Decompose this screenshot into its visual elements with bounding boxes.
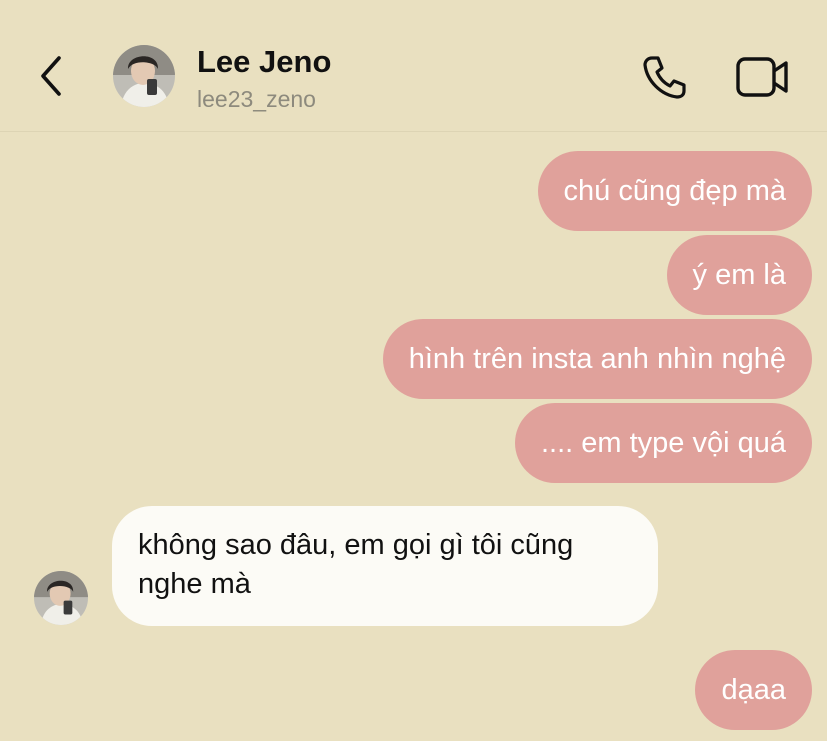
video-call-button[interactable] [732, 50, 794, 104]
message-text: ý em là [692, 258, 786, 291]
message-text: hình trên insta anh nhìn nghệ [408, 342, 786, 375]
video-camera-icon [736, 57, 788, 97]
contact-handle: lee23_zeno [197, 86, 316, 112]
message-text: .... em type vội quá [540, 426, 786, 459]
message-text: không sao đâu, em gọi gì tôi cũng nghe m… [138, 529, 574, 600]
chevron-left-icon [41, 56, 61, 96]
outgoing-message[interactable]: hình trên insta anh nhìn nghệ [382, 319, 812, 399]
message-text: dạaa [721, 673, 786, 706]
contact-avatar[interactable] [113, 45, 175, 107]
back-button[interactable] [30, 50, 74, 102]
sender-avatar[interactable] [34, 571, 88, 625]
outgoing-message[interactable]: ý em là [666, 235, 812, 315]
incoming-message[interactable]: không sao đâu, em gọi gì tôi cũng nghe m… [112, 506, 658, 626]
outgoing-message[interactable]: dạaa [695, 650, 812, 730]
contact-name[interactable]: Lee Jeno [197, 44, 331, 80]
chat-header: Lee Jeno lee23_zeno [0, 0, 827, 132]
voice-call-button[interactable] [638, 50, 692, 104]
outgoing-message[interactable]: chú cũng đẹp mà [537, 151, 812, 231]
phone-icon [643, 56, 686, 99]
message-text: chú cũng đẹp mà [563, 174, 786, 207]
outgoing-message[interactable]: .... em type vội quá [514, 403, 812, 483]
